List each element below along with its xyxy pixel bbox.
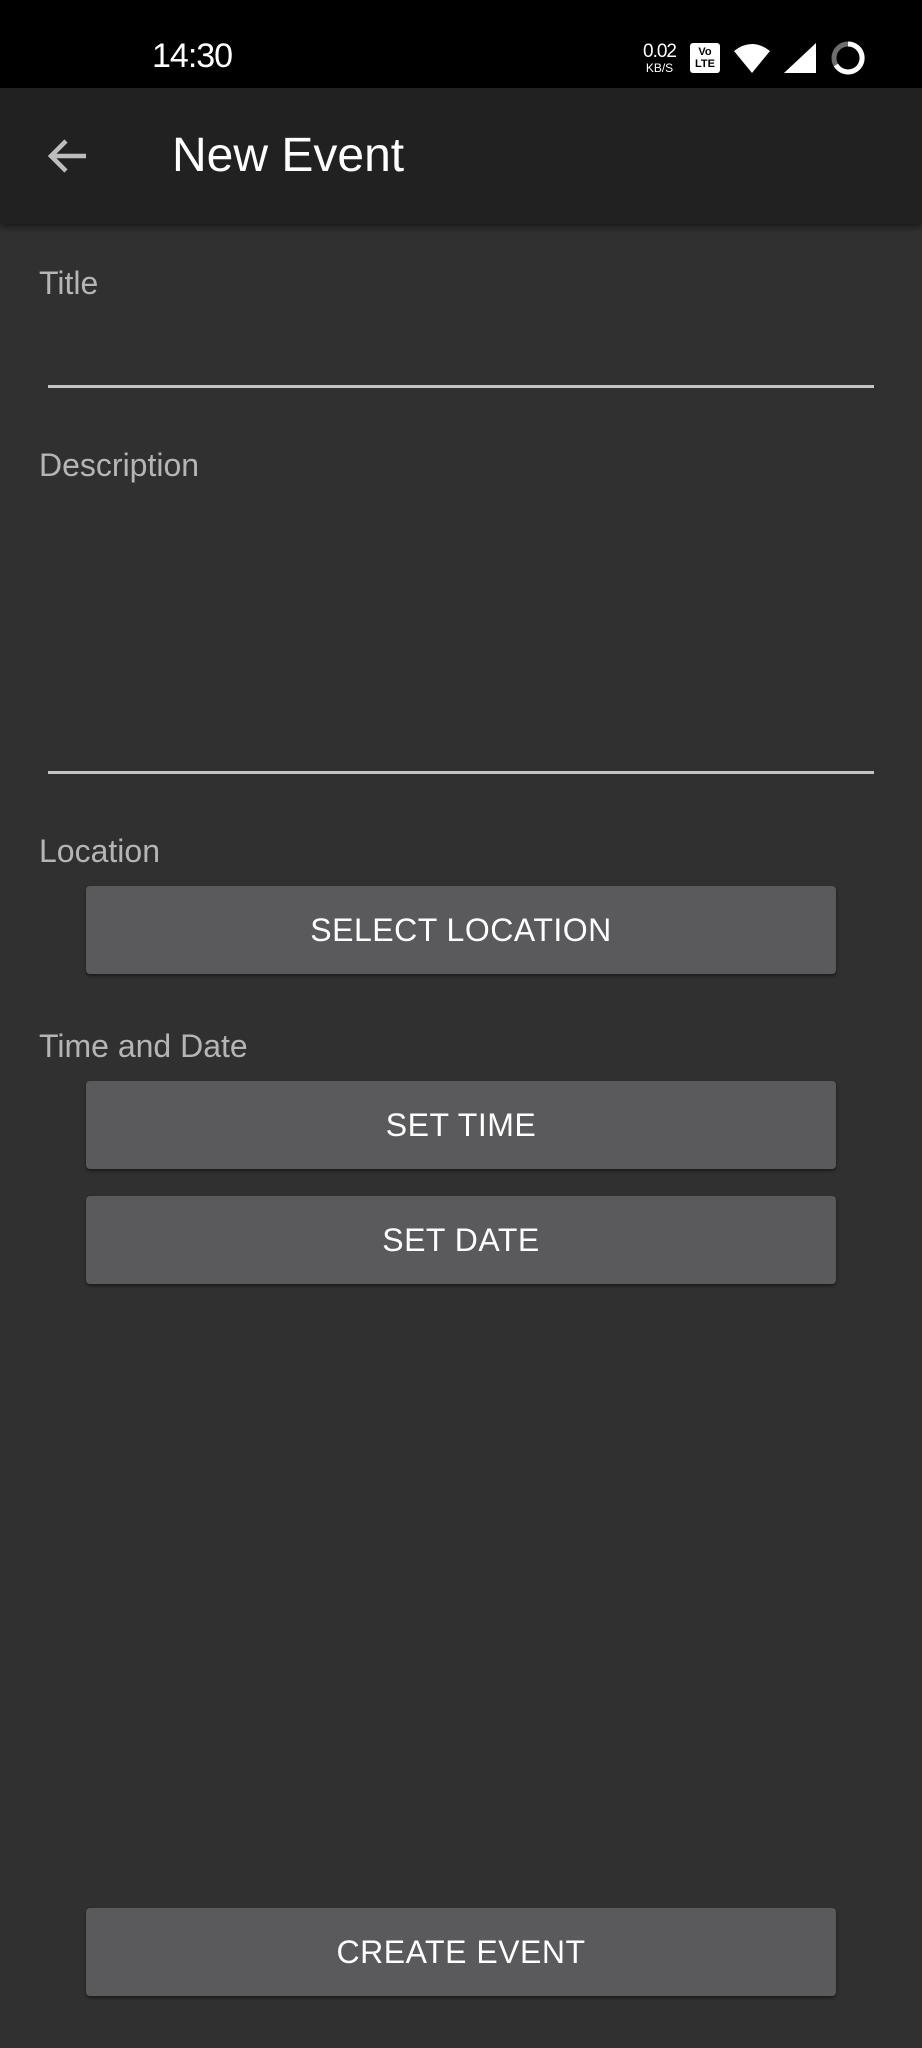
wifi-icon (734, 44, 770, 73)
battery-ring-icon (831, 41, 865, 75)
status-bar: 14:30 0.02 KB/S Vo LTE (0, 0, 922, 88)
arrow-back-icon (47, 139, 86, 173)
network-speed-unit: KB/S (645, 61, 674, 75)
set-date-button[interactable]: SET DATE (86, 1196, 836, 1284)
set-time-button[interactable]: SET TIME (86, 1081, 836, 1169)
status-time: 14:30 (152, 37, 233, 75)
page-title: New Event (172, 129, 405, 182)
network-speed: 0.02 KB/S (643, 41, 677, 75)
app-bar: New Event (0, 88, 922, 224)
location-label: Location (39, 833, 160, 869)
description-label: Description (39, 447, 200, 483)
title-input[interactable] (48, 318, 874, 388)
select-location-button[interactable]: SELECT LOCATION (86, 886, 836, 974)
time-date-label: Time and Date (39, 1028, 248, 1064)
description-input[interactable] (48, 500, 874, 774)
network-speed-value: 0.02 (643, 41, 677, 62)
back-button[interactable] (30, 122, 106, 190)
title-label: Title (39, 265, 99, 301)
volte-icon-top: Vo (698, 46, 712, 58)
status-icons: 0.02 KB/S Vo LTE (643, 38, 866, 78)
signal-icon (784, 43, 816, 73)
volte-icon-bottom: LTE (695, 58, 715, 70)
create-event-button[interactable]: CREATE EVENT (86, 1908, 836, 1996)
volte-icon: Vo LTE (690, 43, 720, 73)
